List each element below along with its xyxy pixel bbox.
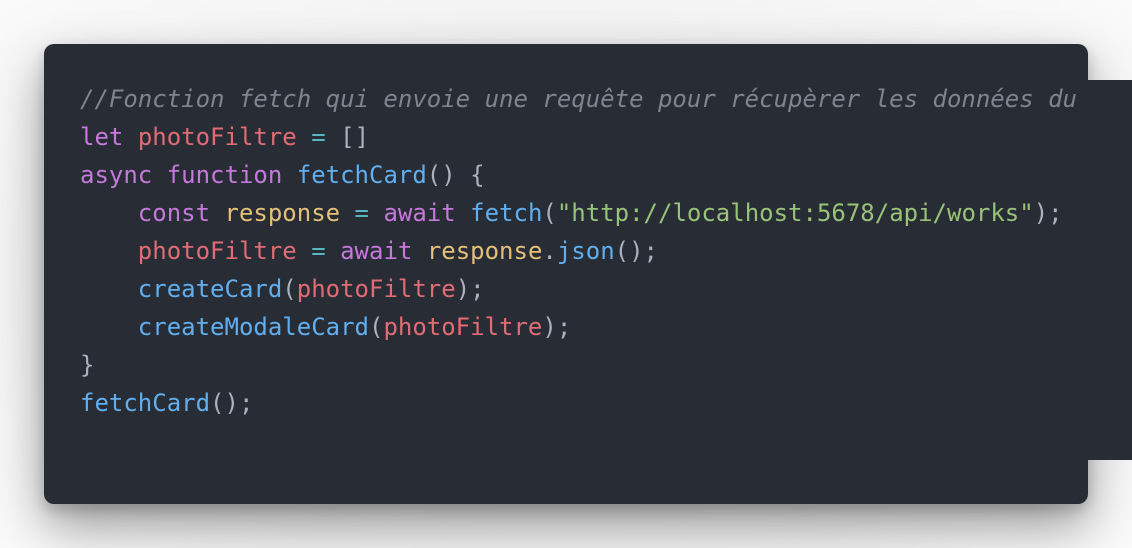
punctuation-token (340, 199, 354, 227)
code-line: const response = await fetch("http://loc… (80, 194, 1132, 232)
function-token: fetchCard (296, 161, 427, 189)
punctuation-token (210, 199, 224, 227)
punctuation-token: (); (210, 389, 254, 417)
punctuation-token (80, 275, 138, 303)
code-line: } (80, 346, 1132, 384)
keyword-token: const (137, 199, 211, 227)
punctuation-token: [] (325, 123, 370, 151)
operator-token: = (354, 199, 369, 227)
punctuation-token: ( (542, 199, 557, 227)
punctuation-token: ( (368, 313, 384, 341)
object-token: response (224, 199, 341, 227)
function-token: createCard (137, 275, 283, 303)
function-token: fetchCard (80, 389, 211, 417)
punctuation-token: (); (614, 237, 659, 265)
punctuation-token (80, 313, 138, 341)
punctuation-token (456, 199, 470, 227)
keyword-token: await (383, 199, 456, 227)
keyword-token: function (166, 161, 283, 189)
string-token: "http://localhost:5678/api/works" (556, 199, 1034, 227)
punctuation-token: . (542, 237, 557, 265)
variable-token: photoFiltre (137, 237, 297, 265)
code-line: let photoFiltre = [] (80, 118, 1132, 156)
punctuation-token (282, 161, 296, 189)
punctuation-token: ( (282, 275, 297, 303)
punctuation-token (80, 237, 138, 265)
object-token: response (426, 237, 543, 265)
punctuation-token (123, 123, 137, 151)
code-snippet-window: //Fonction fetch qui envoie une requête … (44, 44, 1132, 504)
keyword-token: let (80, 123, 124, 151)
punctuation-token (326, 237, 340, 265)
punctuation-token (297, 123, 311, 151)
punctuation-token: } (80, 351, 95, 379)
punctuation-token (80, 199, 138, 227)
variable-token: photoFiltre (137, 123, 297, 151)
code-line: createModaleCard(photoFiltre); (80, 308, 1132, 346)
function-token: json (556, 237, 615, 265)
punctuation-token (297, 237, 311, 265)
punctuation-token: ); (1033, 199, 1063, 227)
code-block[interactable]: //Fonction fetch qui envoie une requête … (80, 80, 1132, 422)
code-line: fetchCard(); (80, 384, 1132, 422)
punctuation-token: () { (426, 161, 485, 189)
comment-token: //Fonction fetch qui envoie une requête … (80, 85, 1077, 113)
punctuation-token: ); (542, 313, 572, 341)
operator-token: = (311, 123, 326, 151)
code-line: createCard(photoFiltre); (80, 270, 1132, 308)
keyword-token: async (80, 161, 153, 189)
function-token: createModaleCard (137, 313, 369, 341)
keyword-token: await (340, 237, 413, 265)
function-token: fetch (470, 199, 543, 227)
code-line: photoFiltre = await response.json(); (80, 232, 1132, 270)
code-line: async function fetchCard() { (80, 156, 1132, 194)
punctuation-token (412, 237, 426, 265)
variable-token: photoFiltre (296, 275, 456, 303)
punctuation-token (152, 161, 166, 189)
code-line: //Fonction fetch qui envoie une requête … (80, 80, 1132, 118)
variable-token: photoFiltre (383, 313, 543, 341)
punctuation-token (369, 199, 383, 227)
operator-token: = (311, 237, 326, 265)
punctuation-token: ); (455, 275, 485, 303)
